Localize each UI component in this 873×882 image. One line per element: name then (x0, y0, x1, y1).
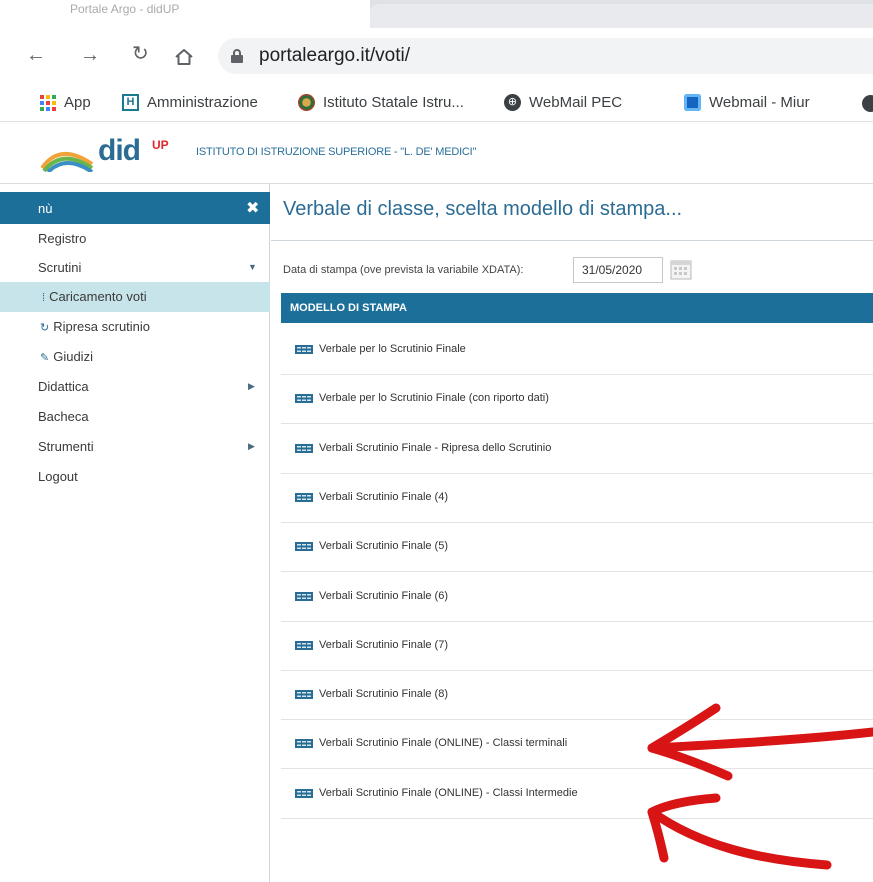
red-arrow-annotation (647, 807, 832, 870)
table-row[interactable]: Verbali Scrutinio Finale (7) (281, 621, 873, 671)
pencil-icon: ✎ (40, 352, 50, 364)
row-label: Verbali Scrutinio Finale (ONLINE) - Clas… (319, 786, 578, 799)
title-divider (271, 240, 873, 241)
table-row[interactable]: Verbale per lo Scrutinio Finale (con rip… (281, 374, 873, 425)
school-crest-icon (298, 94, 315, 111)
bookmark-webmail-pec[interactable]: ⊕ WebMail PEC (504, 94, 622, 111)
sidebar-item-label: Strumenti (38, 439, 94, 454)
bookmarks-bar: App H Amministrazione Istituto Statale I… (0, 84, 873, 122)
print-date-label: Data di stampa (ove prevista la variabil… (283, 264, 524, 276)
page-title: Verbale di classe, scelta modello di sta… (283, 198, 683, 220)
column-header-modello: MODELLO DI STAMPA (290, 302, 407, 314)
sidebar-item-label: Bacheca (38, 409, 89, 424)
sidebar-item-label: Registro (38, 231, 87, 246)
logo-superscript: UP (152, 138, 169, 152)
didup-logo-icon (40, 152, 94, 172)
bookmark-label: Webmail - Miur (709, 94, 810, 111)
sidebar-item-strumenti[interactable]: Strumenti ▶ (0, 432, 270, 462)
apps-grid-icon (40, 94, 56, 111)
caret-right-icon: ▶ (248, 381, 255, 391)
sidebar-item-scrutini[interactable]: Scrutini ▼ (0, 253, 270, 283)
bookmark-label: Istituto Statale Istru... (323, 94, 464, 111)
sidebar-item-didattica[interactable]: Didattica ▶ (0, 372, 270, 402)
sidebar-menu-header: nù ✖ (0, 192, 270, 224)
school-name: ISTITUTO DI ISTRUZIONE SUPERIORE - "L. D… (196, 146, 477, 158)
sidebar-item-label: Logout (38, 469, 78, 484)
address-url[interactable]: portaleargo.it/voti/ (259, 45, 410, 67)
h-square-icon: H (122, 94, 139, 111)
print-date-input[interactable] (573, 257, 663, 283)
row-label: Verbali Scrutinio Finale (ONLINE) - Clas… (319, 737, 568, 750)
table-row[interactable]: Verbali Scrutinio Finale (4) (281, 473, 873, 523)
document-template-icon (295, 492, 313, 502)
logo-text: did (98, 134, 141, 167)
table-row[interactable]: Verbali Scrutinio Finale (ONLINE) - Clas… (281, 719, 873, 770)
sidebar-item-ripresa-scrutinio[interactable]: ↻ Ripresa scrutinio (0, 312, 270, 342)
globe-icon: ⊕ (504, 94, 521, 111)
document-template-icon (295, 542, 313, 552)
lock-icon (231, 49, 243, 63)
bookmark-label: App (64, 94, 91, 111)
app-header: did UP ISTITUTO DI ISTRUZIONE SUPERIORE … (0, 122, 873, 184)
document-template-icon (295, 591, 313, 601)
row-label: Verbale per lo Scrutinio Finale (con rip… (319, 392, 549, 405)
sidebar-item-label: Ripresa scrutinio (53, 319, 151, 334)
sidebar: nù ✖ Registro Scrutini ▼ ⁞ Caricamento vo… (0, 184, 270, 882)
grip-icon: ⁞ (42, 292, 46, 304)
back-arrow-icon[interactable]: ← (26, 44, 46, 66)
table-row[interactable]: Verbali Scrutinio Finale (ONLINE) - Clas… (281, 769, 873, 819)
document-template-icon (295, 345, 313, 354)
document-template-icon (295, 690, 313, 700)
table-row[interactable]: Verbale per lo Scrutinio Finale (281, 325, 873, 375)
table-row[interactable]: Verbali Scrutinio Finale (6) (281, 572, 873, 622)
document-template-icon (295, 394, 313, 404)
sidebar-item-giudizi[interactable]: ✎ Giudizi (0, 342, 270, 372)
document-template-icon (295, 739, 313, 749)
refresh-icon: ↻ (40, 322, 50, 334)
home-icon[interactable] (174, 48, 194, 66)
document-template-icon (295, 788, 313, 798)
sidebar-item-registro[interactable]: Registro (0, 224, 270, 254)
sidebar-item-label: Scrutini (38, 260, 82, 275)
bookmark-apps[interactable]: App (40, 94, 91, 111)
browser-tab-title: Portale Argo - didUP (70, 2, 180, 16)
outlook-icon (684, 94, 701, 111)
sidebar-item-label: Didattica (38, 379, 89, 394)
browser-tabstrip: Portale Argo - didUP (0, 0, 873, 28)
row-label: Verbali Scrutinio Finale (5) (319, 540, 449, 553)
caret-down-icon: ▼ (248, 262, 257, 272)
row-label: Verbale per lo Scrutinio Finale (319, 343, 466, 355)
sidebar-item-label: Caricamento voti (49, 289, 147, 304)
browser-tab-inactive[interactable] (370, 4, 873, 28)
row-label: Verbali Scrutinio Finale (8) (319, 688, 449, 701)
row-label: Verbali Scrutinio Finale (7) (319, 638, 449, 651)
calendar-icon[interactable] (670, 258, 692, 280)
forward-arrow-icon[interactable]: → (80, 44, 100, 66)
table-row[interactable]: Verbali Scrutinio Finale - Ripresa dello… (281, 424, 873, 474)
reload-icon[interactable]: ↻ (132, 43, 149, 65)
table-row[interactable]: Verbali Scrutinio Finale (5) (281, 522, 873, 573)
row-label: Verbali Scrutinio Finale (4) (319, 490, 449, 503)
document-template-icon (295, 443, 313, 453)
document-template-icon (295, 640, 313, 650)
table-header: MODELLO DI STAMPA (281, 293, 873, 323)
bookmark-label: Amministrazione (147, 94, 258, 111)
sidebar-item-logout[interactable]: Logout (0, 462, 270, 492)
bookmark-label: WebMail PEC (529, 94, 623, 111)
sidebar-item-caricamento-voti[interactable]: ⁞ Caricamento voti (0, 282, 270, 312)
bookmark-webmail-miur[interactable]: Webmail - Miur (684, 94, 810, 111)
browser-tab-active[interactable]: Portale Argo - didUP (0, 0, 370, 28)
caret-right-icon: ▶ (248, 441, 255, 451)
close-icon[interactable]: ✖ (246, 198, 259, 218)
row-label: Verbali Scrutinio Finale - Ripresa dello… (319, 441, 552, 454)
row-label: Verbali Scrutinio Finale (6) (319, 589, 449, 602)
globe-icon[interactable] (862, 95, 873, 112)
sidebar-item-bacheca[interactable]: Bacheca (0, 402, 270, 432)
bookmark-amministrazione[interactable]: H Amministrazione (122, 94, 258, 111)
table-row[interactable]: Verbali Scrutinio Finale (8) (281, 670, 873, 721)
bookmark-istituto[interactable]: Istituto Statale Istru... (298, 94, 464, 111)
sidebar-item-label: Giudizi (53, 349, 93, 364)
sidebar-menu-title: nù (38, 201, 53, 216)
